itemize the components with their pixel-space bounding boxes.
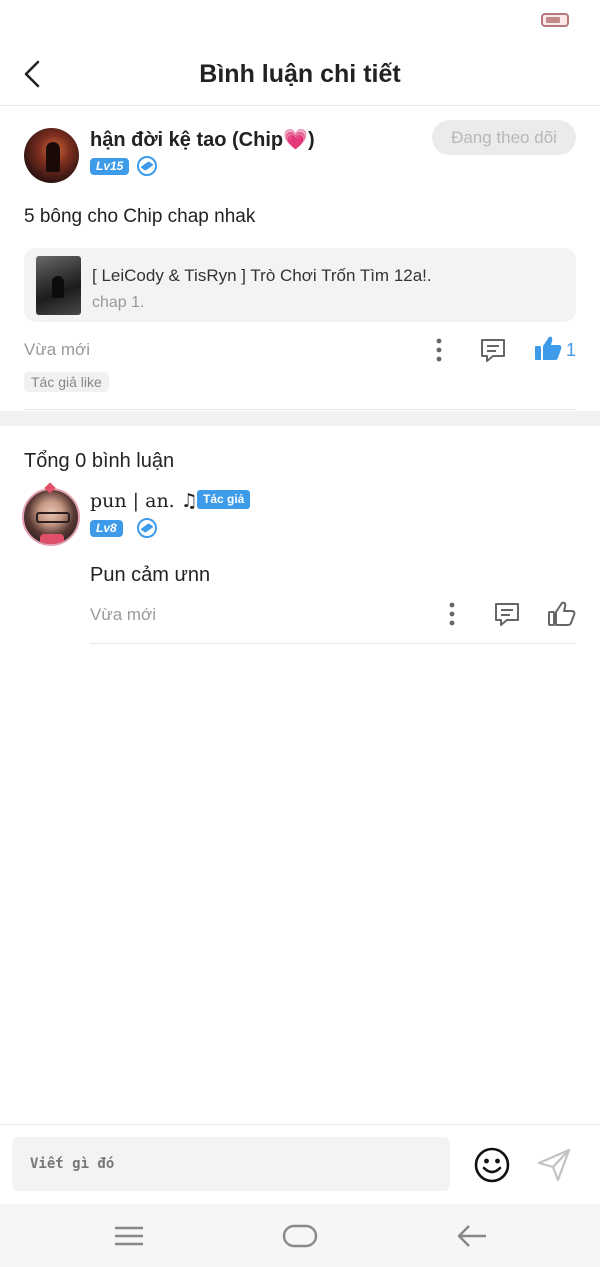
comments-section: Tổng 0 bình luận pun | an. ♫ Tác giả Lv8… bbox=[0, 426, 600, 1126]
post-reply-button[interactable] bbox=[477, 334, 509, 366]
nav-back-button[interactable] bbox=[452, 1218, 492, 1254]
comment-reply-button[interactable] bbox=[491, 598, 523, 630]
message-square-icon bbox=[481, 339, 505, 362]
level-badge: Lv8 bbox=[90, 520, 123, 537]
page-title: Bình luận chi tiết bbox=[199, 60, 401, 88]
home-pill-icon bbox=[282, 1224, 318, 1248]
post-like-button[interactable] bbox=[532, 333, 564, 365]
comment-time: Vừa mới bbox=[90, 605, 156, 624]
comment-text: Pun cảm ưnn bbox=[90, 564, 211, 586]
section-separator bbox=[0, 411, 600, 426]
thumbs-up-icon bbox=[535, 336, 562, 360]
post-more-button[interactable] bbox=[423, 334, 455, 366]
emoji-button[interactable] bbox=[472, 1145, 512, 1185]
thumbs-up-icon bbox=[548, 601, 576, 626]
header: Bình luận chi tiết bbox=[0, 44, 600, 106]
send-button[interactable] bbox=[534, 1145, 574, 1185]
divider bbox=[90, 643, 576, 644]
gem-icon bbox=[137, 518, 157, 538]
post-text: 5 bông cho Chip chap nhak⁣ bbox=[24, 206, 256, 227]
follow-button[interactable]: Đang theo dõi bbox=[432, 120, 576, 155]
comments-total: Tổng 0 bình luận bbox=[24, 450, 175, 472]
post-author-avatar[interactable] bbox=[24, 128, 79, 183]
post-author-name-suffix: ) bbox=[308, 129, 315, 151]
author-tag: Tác giả bbox=[197, 490, 251, 509]
story-card[interactable]: [ LeiCody & TisRyn ] Trò Chơi Trốn Tìm 1… bbox=[24, 248, 576, 322]
send-icon bbox=[537, 1148, 571, 1182]
menu-icon bbox=[115, 1226, 143, 1246]
story-chapter: chap 1. bbox=[92, 294, 145, 311]
post-card: hận đời kệ tao (Chip💗) Lv15 Đang theo dõ… bbox=[0, 108, 600, 411]
comment-avatar[interactable] bbox=[22, 488, 80, 546]
comment-more-button[interactable] bbox=[436, 598, 468, 630]
comment-like-button[interactable] bbox=[545, 598, 577, 630]
post-time: Vừa mới bbox=[24, 340, 90, 359]
heart-emoji: 💗 bbox=[283, 129, 309, 151]
author-like-tag: Tác giả like bbox=[24, 372, 109, 392]
more-vertical-icon bbox=[449, 602, 455, 626]
story-title: [ LeiCody & TisRyn ] Trò Chơi Trốn Tìm 1… bbox=[92, 266, 432, 285]
smile-icon bbox=[474, 1147, 510, 1183]
level-badge: Lv15 bbox=[90, 158, 130, 175]
post-like-count: 1 bbox=[566, 340, 577, 360]
comment-username[interactable]: pun | an. ♫ bbox=[90, 490, 198, 512]
comment-input[interactable] bbox=[12, 1137, 450, 1191]
nav-menu-button[interactable] bbox=[109, 1218, 149, 1254]
status-bar bbox=[0, 0, 600, 40]
nav-home-button[interactable] bbox=[280, 1218, 320, 1254]
system-nav-bar bbox=[0, 1204, 600, 1267]
story-cover-image bbox=[36, 256, 81, 315]
battery-icon bbox=[541, 13, 569, 27]
divider bbox=[24, 409, 576, 410]
comment-composer bbox=[0, 1124, 600, 1204]
arrow-left-icon bbox=[457, 1225, 486, 1247]
gem-icon bbox=[137, 156, 157, 176]
message-square-icon bbox=[495, 603, 519, 626]
more-vertical-icon bbox=[436, 338, 442, 362]
post-author-name-text: hận đời kệ tao (Chip bbox=[90, 129, 284, 151]
post-author-name[interactable]: hận đời kệ tao (Chip💗) bbox=[90, 127, 315, 152]
